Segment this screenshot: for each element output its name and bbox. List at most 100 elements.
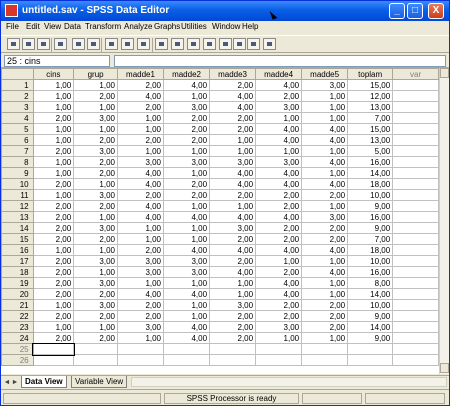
data-cell[interactable]: 2,00 [209, 123, 257, 135]
data-cell[interactable]: 4,00 [301, 178, 349, 190]
data-cell[interactable]: 1,00 [163, 90, 211, 102]
data-cell[interactable] [392, 310, 439, 322]
data-cell[interactable]: 3,00 [73, 299, 118, 311]
data-cell[interactable]: 4,00 [117, 211, 165, 223]
row-number[interactable]: 18 [1, 266, 34, 278]
row-number[interactable]: 24 [1, 332, 34, 344]
data-cell[interactable] [392, 354, 439, 366]
data-cell[interactable]: 1,00 [73, 211, 118, 223]
data-cell[interactable]: 16,00 [347, 211, 394, 223]
grid-corner[interactable] [1, 68, 34, 80]
row-number[interactable]: 12 [1, 200, 34, 212]
data-cell[interactable]: 2,00 [117, 79, 165, 91]
column-header[interactable]: madde5 [301, 68, 349, 80]
data-cell[interactable]: 4,00 [117, 288, 165, 300]
data-cell[interactable]: 9,00 [347, 332, 394, 344]
data-cell[interactable]: 4,00 [255, 211, 303, 223]
data-cell[interactable]: 1,00 [33, 299, 75, 311]
data-cell[interactable]: 2,00 [163, 123, 211, 135]
data-cell[interactable]: 1,00 [209, 134, 257, 146]
data-cell[interactable]: 1,00 [33, 134, 75, 146]
column-header[interactable]: var [392, 68, 439, 80]
data-cell[interactable]: 4,00 [301, 156, 349, 168]
column-header[interactable]: madde2 [163, 68, 211, 80]
menu-item-utilities[interactable]: Utilities [181, 22, 207, 31]
data-cell[interactable]: 3,00 [163, 255, 211, 267]
data-cell[interactable]: 14,00 [347, 167, 394, 179]
data-cell[interactable]: 1,00 [301, 90, 349, 102]
data-cell[interactable]: 1,00 [209, 277, 257, 289]
vertical-scrollbar[interactable] [439, 68, 449, 374]
value-labels-icon[interactable] [247, 38, 260, 50]
data-cell[interactable]: 1,00 [33, 90, 75, 102]
menu-item-window[interactable]: Window [212, 22, 240, 31]
cell-value-field[interactable] [114, 55, 446, 67]
row-number[interactable]: 4 [1, 112, 34, 124]
data-cell[interactable]: 2,00 [33, 178, 75, 190]
data-cell[interactable]: 2,00 [33, 255, 75, 267]
data-cell[interactable]: 13,00 [347, 134, 394, 146]
data-cell[interactable] [255, 343, 303, 355]
data-cell[interactable]: 7,00 [347, 112, 394, 124]
data-cell[interactable] [209, 343, 257, 355]
data-cell[interactable]: 1,00 [117, 233, 165, 245]
insert-variable-icon[interactable] [187, 38, 200, 50]
data-cell[interactable]: 4,00 [255, 277, 303, 289]
data-cell[interactable]: 3,00 [163, 266, 211, 278]
data-cell[interactable]: 1,00 [255, 255, 303, 267]
row-number[interactable]: 23 [1, 321, 34, 333]
data-cell[interactable]: 16,00 [347, 156, 394, 168]
data-cell[interactable] [347, 343, 394, 355]
row-number[interactable]: 19 [1, 277, 34, 289]
tab-data-view[interactable]: Data View [21, 376, 67, 388]
data-cell[interactable]: 2,00 [33, 211, 75, 223]
data-cell[interactable]: 1,00 [73, 101, 118, 113]
data-cell[interactable]: 2,00 [255, 233, 303, 245]
tab-next-arrow-icon[interactable]: ► [11, 378, 19, 387]
data-cell[interactable] [392, 233, 439, 245]
data-cell[interactable]: 2,00 [33, 200, 75, 212]
data-cell[interactable]: 2,00 [33, 277, 75, 289]
data-cell[interactable]: 1,00 [33, 101, 75, 113]
data-cell[interactable]: 3,00 [117, 321, 165, 333]
data-cell[interactable] [117, 343, 165, 355]
data-cell[interactable]: 3,00 [73, 277, 118, 289]
data-cell[interactable]: 1,00 [301, 145, 349, 157]
row-number[interactable]: 16 [1, 244, 34, 256]
data-cell[interactable]: 2,00 [255, 299, 303, 311]
data-cell[interactable]: 4,00 [163, 244, 211, 256]
column-header[interactable]: madde1 [116, 68, 165, 80]
data-cell[interactable] [392, 332, 439, 344]
row-number[interactable]: 1 [1, 79, 34, 91]
data-cell[interactable]: 1,00 [33, 123, 75, 135]
data-cell[interactable]: 2,00 [73, 200, 118, 212]
data-cell[interactable]: 2,00 [255, 310, 303, 322]
menu-item-transform[interactable]: Transform [85, 22, 121, 31]
menu-item-analyze[interactable]: Analyze [124, 22, 152, 31]
data-cell[interactable]: 1,00 [33, 244, 75, 256]
use-sets-icon[interactable] [263, 38, 276, 50]
data-cell[interactable]: 9,00 [347, 200, 394, 212]
data-cell[interactable]: 4,00 [209, 266, 257, 278]
data-cell[interactable]: 1,00 [73, 178, 118, 190]
data-cell[interactable]: 12,00 [347, 90, 394, 102]
row-number[interactable]: 5 [1, 123, 34, 135]
data-cell[interactable] [392, 211, 439, 223]
data-cell[interactable]: 4,00 [301, 244, 349, 256]
data-cell[interactable] [73, 354, 118, 366]
data-cell[interactable]: 1,00 [301, 200, 349, 212]
data-cell[interactable]: 2,00 [301, 299, 349, 311]
data-cell[interactable] [209, 354, 257, 366]
data-cell[interactable] [347, 354, 394, 366]
data-cell[interactable]: 16,00 [347, 266, 394, 278]
data-cell[interactable]: 5,00 [347, 145, 394, 157]
data-cell[interactable]: 1,00 [33, 79, 75, 91]
data-cell[interactable]: 2,00 [73, 288, 118, 300]
data-cell[interactable]: 1,00 [117, 332, 165, 344]
row-number[interactable]: 2 [1, 90, 34, 102]
data-cell[interactable]: 2,00 [209, 233, 257, 245]
row-number[interactable]: 20 [1, 288, 34, 300]
data-cell[interactable]: 9,00 [347, 222, 394, 234]
data-cell[interactable]: 2,00 [301, 222, 349, 234]
row-number[interactable]: 26 [1, 354, 34, 366]
